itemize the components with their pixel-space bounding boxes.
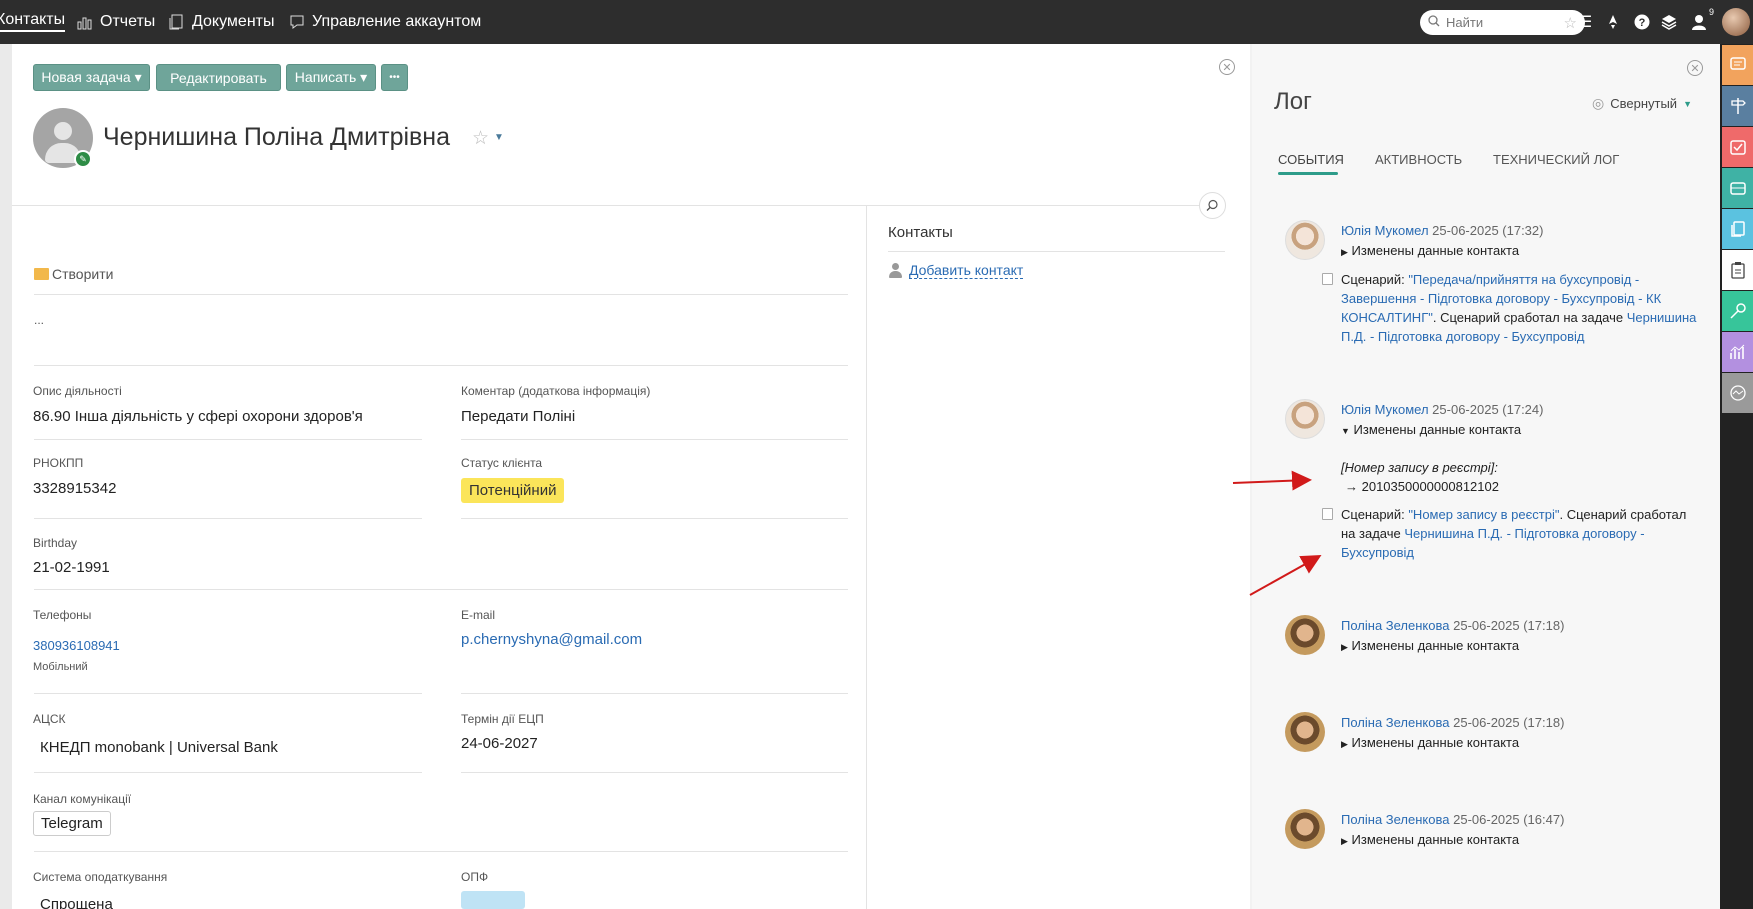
annotation-arrow [1249,555,1322,596]
annotation-arrow [1232,470,1312,491]
annotation-arrows [1232,470,1322,596]
